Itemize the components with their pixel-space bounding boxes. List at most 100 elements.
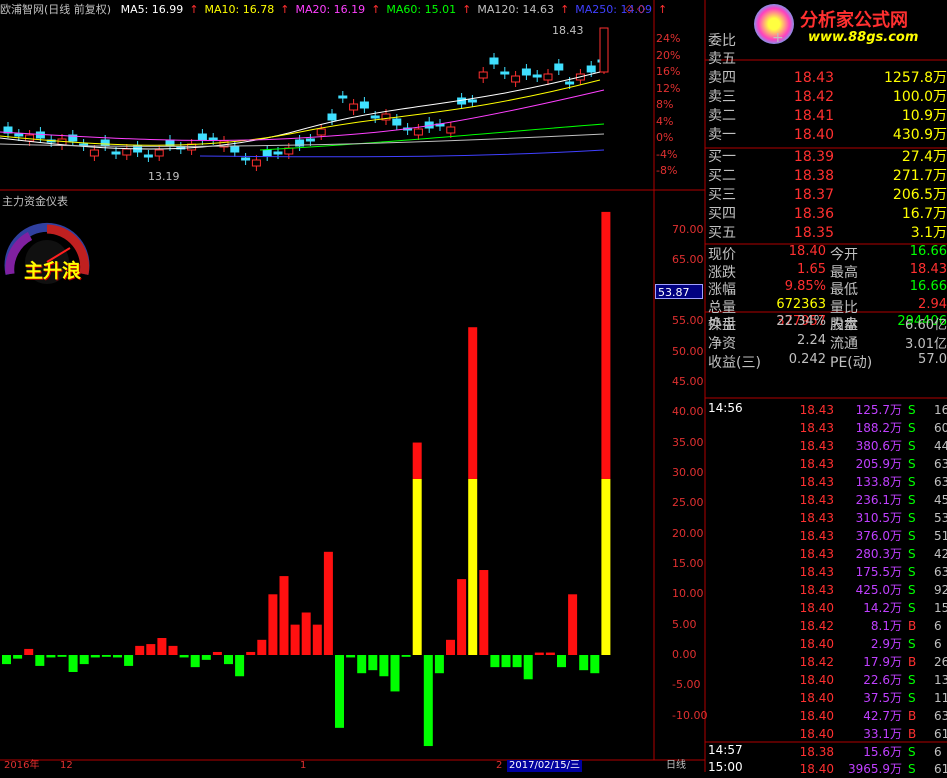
fund-bar-base: [601, 478, 611, 655]
pct-tick: 24%: [656, 32, 681, 45]
candle: [370, 115, 380, 119]
fund-label: 净资: [708, 336, 736, 352]
candle: [111, 151, 121, 155]
sell-level[interactable]: 卖四 18.43 1257.8万: [708, 69, 947, 87]
fund-bar: [457, 579, 467, 655]
tick-count: 60: [934, 421, 947, 435]
fund-bar: [446, 639, 455, 655]
fund-bar: [534, 652, 544, 655]
tick-side: S: [908, 403, 916, 417]
buy-level-volume: 3.1万: [910, 225, 947, 241]
nav-arrows[interactable]: ◇ ◇: [625, 2, 645, 15]
indicator-tick: 45.00: [672, 374, 704, 388]
buy-level[interactable]: 买五 18.35 3.1万: [708, 224, 947, 242]
buy-level-label: 买一: [708, 149, 736, 165]
sell-level[interactable]: 卖二 18.41 10.9万: [708, 107, 947, 125]
fund-bar: [434, 655, 444, 674]
fund-bar: [557, 655, 566, 668]
buy-level[interactable]: 买三 18.37 206.5万: [708, 186, 947, 204]
tick-side: S: [908, 511, 916, 525]
fund-label: 换手: [708, 317, 736, 333]
sell-level[interactable]: 卖五: [708, 50, 947, 68]
tick-row: 18.43 425.0万 S 92: [708, 581, 947, 599]
candle: [262, 149, 272, 157]
year-label: 2016年: [4, 760, 40, 771]
fund-bar: [113, 655, 122, 658]
tick-volume: 15.6万: [863, 745, 902, 759]
tick-price: 18.43: [799, 403, 834, 417]
fund-bar: [212, 651, 222, 655]
tick-price: 18.42: [799, 619, 834, 633]
fund-bar: [79, 655, 89, 665]
month-1: 1: [300, 760, 307, 771]
fund-bar: [545, 652, 555, 655]
tick-price: 18.40: [799, 601, 834, 615]
fund-bar-base: [468, 478, 478, 655]
buy-level[interactable]: 买四 18.36 16.7万: [708, 205, 947, 223]
buy-level[interactable]: 买一 18.39 27.4万: [708, 148, 947, 166]
pct-tick: 8%: [656, 98, 674, 111]
logo-url: www.88gs.com: [808, 30, 919, 45]
indicator-tick: 20.00: [672, 526, 704, 540]
candle: [251, 159, 261, 167]
candle: [349, 103, 359, 111]
indicator-tick: -10.00: [672, 708, 708, 722]
indicator-tick: 15.00: [672, 556, 704, 570]
sell-level[interactable]: 卖三 18.42 100.0万: [708, 88, 947, 106]
tick-price: 18.40: [799, 709, 834, 723]
tick-volume: 8.1万: [870, 619, 902, 633]
tick-row: 18.40 2.9万 S 6: [708, 635, 947, 653]
tick-volume: 42.7万: [863, 709, 902, 723]
tick-volume: 125.7万: [855, 403, 902, 417]
period-button[interactable]: 日线: [666, 760, 686, 772]
sell-level[interactable]: 卖一 18.40 430.9万: [708, 126, 947, 144]
tick-price: 18.38: [799, 745, 834, 759]
tick-side: B: [908, 655, 917, 669]
candle: [599, 27, 609, 73]
sell-level-label: 卖一: [708, 127, 736, 143]
fund-bar: [523, 655, 533, 680]
tick-side: B: [908, 727, 917, 741]
fund-bar: [401, 655, 411, 657]
gauge: 主升浪: [0, 212, 94, 292]
buy-level-label: 买四: [708, 206, 736, 222]
indicator-tick: -5.00: [672, 678, 701, 692]
fund-label: 股本: [830, 317, 858, 333]
tick-side: S: [908, 547, 916, 561]
fund-value: 22.34%: [776, 314, 826, 329]
tick-side: S: [908, 439, 916, 453]
fund-bar: [335, 655, 344, 728]
fund-bar: [101, 655, 111, 657]
tick-count: 26: [934, 655, 947, 669]
fund-bar: [501, 655, 511, 668]
stat-value: 18.40: [788, 244, 826, 259]
tick-side: S: [908, 457, 916, 471]
ma-line: [0, 89, 605, 141]
candle: [208, 137, 218, 141]
stat-value: 18.43: [909, 261, 947, 277]
tick-count: 6: [934, 745, 942, 759]
buy-level[interactable]: 买二 18.38 271.7万: [708, 167, 947, 185]
stat-value: 2.94: [918, 296, 947, 312]
stat-value: 16.66: [909, 244, 947, 259]
tick-price: 18.40: [799, 727, 834, 741]
tick-count: 42: [934, 547, 947, 561]
fund-bar: [357, 655, 367, 674]
sell-level-price: 18.42: [793, 89, 834, 105]
fund-bar: [13, 655, 23, 659]
tick-side: S: [908, 745, 916, 759]
indicator-tick: 35.00: [672, 435, 704, 449]
fund-bar: [479, 570, 489, 655]
tick-price: 18.43: [799, 475, 834, 489]
candle: [230, 145, 240, 153]
indicator-tick: 10.00: [672, 587, 704, 601]
tick-count: 6: [934, 619, 942, 633]
candle: [446, 126, 456, 134]
high-price-label: 18.43: [552, 24, 584, 37]
buy-level-label: 买三: [708, 187, 736, 203]
candle: [565, 81, 575, 85]
tick-count: 63: [934, 709, 947, 723]
sell-level-volume: 100.0万: [892, 89, 947, 105]
fund-bar: [423, 655, 433, 747]
fund-bar: [323, 551, 333, 655]
